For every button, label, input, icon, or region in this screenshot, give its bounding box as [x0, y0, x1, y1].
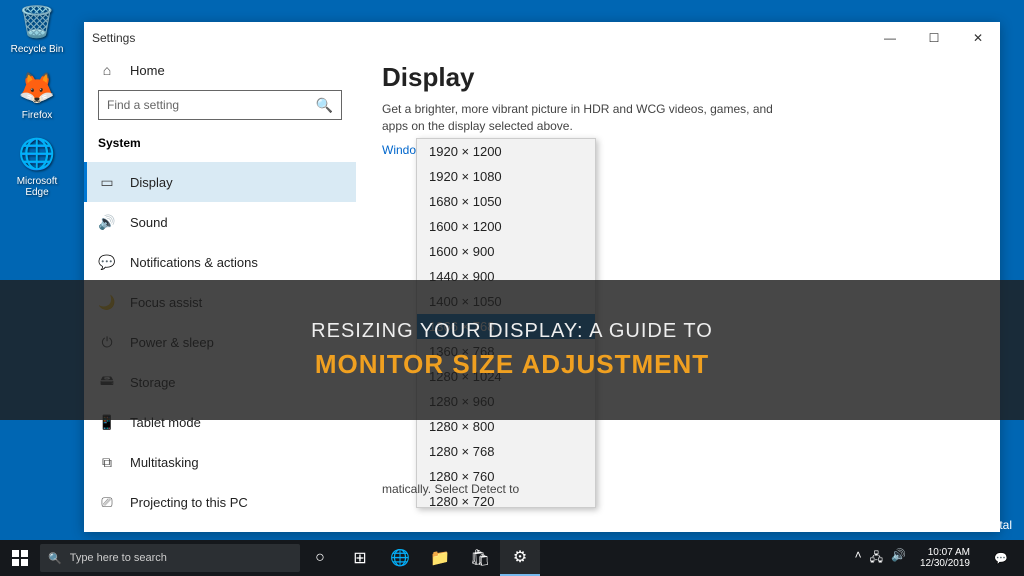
nav-icon: ⎚ — [98, 494, 116, 511]
tray-volume-icon[interactable]: 🔊 — [891, 548, 906, 569]
sidebar-item-projecting-to-this-pc[interactable]: ⎚ Projecting to this PC — [84, 482, 356, 522]
start-button[interactable] — [0, 540, 40, 576]
tray-network-icon[interactable]: 🖧 — [870, 548, 883, 569]
taskbar-store[interactable]: 🛍 — [460, 540, 500, 576]
desktop-icon-firefox[interactable]: Firefox — [4, 68, 70, 121]
nav-icon: ⧉ — [98, 454, 116, 471]
minimize-button[interactable]: — — [868, 22, 912, 54]
recycle-bin-icon — [17, 2, 57, 42]
settings-window: Settings — ☐ ✕ ⌂Home Find a setting🔍 Sys… — [84, 22, 1000, 532]
resolution-option[interactable]: 1600 × 1200 — [417, 214, 595, 239]
category-header: System — [84, 130, 356, 162]
search-input[interactable]: Find a setting🔍 — [98, 90, 342, 120]
home-icon: ⌂ — [98, 62, 116, 78]
titlebar: Settings — ☐ ✕ — [84, 22, 1000, 54]
desktop-icon-label: Recycle Bin — [4, 44, 70, 55]
resolution-option[interactable]: 1920 × 1200 — [417, 139, 595, 164]
desktop-icon-label: Firefox — [4, 110, 70, 121]
page-description: Get a brighter, more vibrant picture in … — [382, 101, 802, 135]
nav-label: Projecting to this PC — [130, 495, 248, 510]
sidebar-item-display[interactable]: ▭ Display — [84, 162, 356, 202]
firefox-icon — [17, 68, 57, 108]
taskview-button[interactable]: ⊞ — [340, 540, 380, 576]
taskbar-clock[interactable]: 10:07 AM 12/30/2019 — [914, 547, 976, 569]
desktop-icon-label: Microsoft Edge — [4, 176, 70, 198]
nav-label: Display — [130, 175, 173, 190]
nav-label: Sound — [130, 215, 168, 230]
resolution-option[interactable]: 1600 × 900 — [417, 239, 595, 264]
tray-up-icon[interactable]: ˄ — [855, 548, 862, 569]
taskbar-search[interactable]: 🔍Type here to search — [40, 544, 300, 572]
cortana-button[interactable]: ○ — [300, 540, 340, 576]
taskbar-settings[interactable]: ⚙ — [500, 540, 540, 576]
action-center-button[interactable]: 💬 — [984, 552, 1018, 565]
resolution-option[interactable]: 1920 × 1080 — [417, 164, 595, 189]
sidebar-item-notifications-actions[interactable]: 💬 Notifications & actions — [84, 242, 356, 282]
overlay-line2: MONITOR SIZE ADJUSTMENT — [315, 349, 709, 380]
close-button[interactable]: ✕ — [956, 22, 1000, 54]
resolution-option[interactable]: 1280 × 768 — [417, 439, 595, 464]
taskbar-explorer[interactable]: 📁 — [420, 540, 460, 576]
edge-icon — [17, 134, 57, 174]
search-icon: 🔍 — [316, 97, 333, 114]
resolution-option[interactable]: 1680 × 1050 — [417, 189, 595, 214]
overlay-line1: RESIZING YOUR DISPLAY: A GUIDE TO — [311, 320, 713, 343]
nav-label: Notifications & actions — [130, 255, 258, 270]
nav-icon: ▭ — [98, 174, 116, 191]
article-overlay: RESIZING YOUR DISPLAY: A GUIDE TO MONITO… — [0, 280, 1024, 420]
search-icon: 🔍 — [48, 552, 62, 565]
nav-icon: 🔊 — [98, 214, 116, 231]
maximize-button[interactable]: ☐ — [912, 22, 956, 54]
watermark: Shun Digital — [947, 518, 1012, 532]
home-button[interactable]: ⌂Home — [84, 54, 356, 86]
detect-text: matically. Select Detect to — [382, 482, 519, 496]
nav-icon: 💬 — [98, 254, 116, 271]
sidebar-item-sound[interactable]: 🔊 Sound — [84, 202, 356, 242]
taskbar: 🔍Type here to search ○ ⊞ 🌐 📁 🛍 ⚙ ˄ 🖧 🔊 1… — [0, 540, 1024, 576]
taskbar-edge[interactable]: 🌐 — [380, 540, 420, 576]
desktop-icon-recycle[interactable]: Recycle Bin — [4, 2, 70, 55]
nav-label: Multitasking — [130, 455, 199, 470]
sidebar-item-multitasking[interactable]: ⧉ Multitasking — [84, 442, 356, 482]
window-title: Settings — [92, 31, 135, 45]
windows-icon — [12, 550, 28, 566]
page-title: Display — [382, 62, 974, 93]
desktop-icon-edge[interactable]: Microsoft Edge — [4, 134, 70, 198]
